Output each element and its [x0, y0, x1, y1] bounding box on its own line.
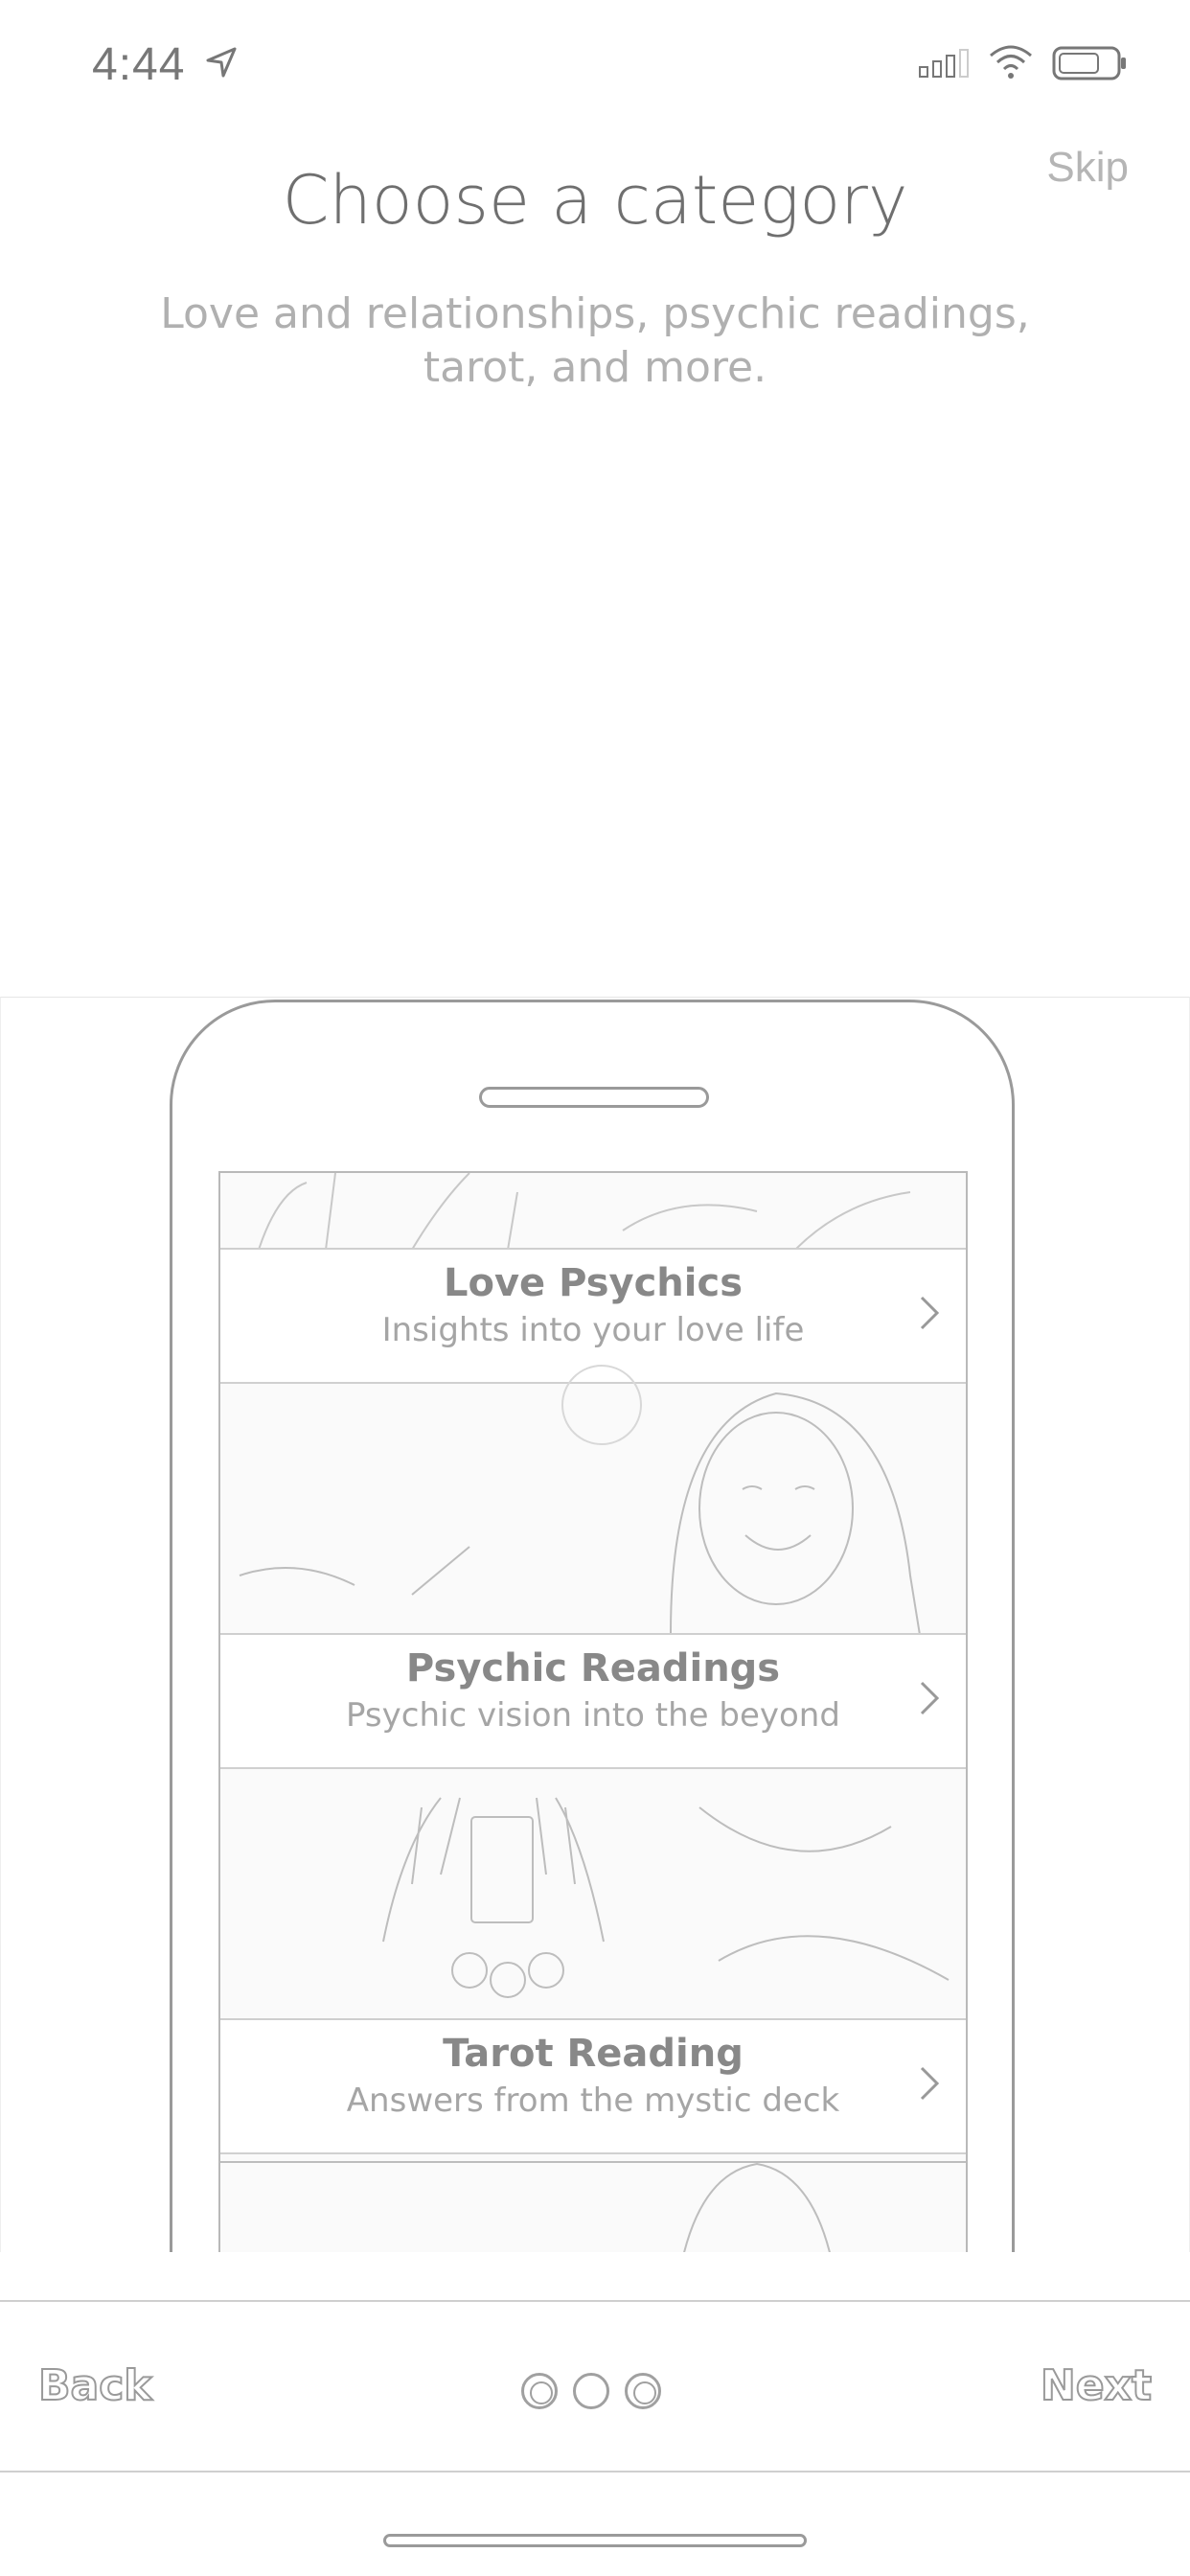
- category-subtitle: Psychic vision into the beyond: [346, 1696, 840, 1735]
- chevron-right-icon: [920, 1681, 940, 1715]
- tap-indicator: [561, 1365, 642, 1445]
- page-subtitle: Love and relationships, psychic readings…: [160, 289, 1030, 392]
- status-time: 4:44: [92, 39, 186, 90]
- category-row-tarot-reading[interactable]: Tarot Reading Answers from the mystic de…: [220, 2020, 966, 2154]
- wifi-icon: [990, 45, 1032, 79]
- location-arrow-icon: [206, 47, 237, 78]
- phone-speaker: [479, 1087, 709, 1108]
- cellular-signal-icon: [919, 49, 969, 78]
- phone-preview-area: Love Psychics Insights into your love li…: [0, 997, 1190, 2252]
- page-dot-1: [521, 2373, 558, 2409]
- page-title: Choose a category: [282, 161, 908, 240]
- category-row-love-psychics[interactable]: Love Psychics Insights into your love li…: [220, 1250, 966, 1384]
- category-subtitle: Insights into your love life: [381, 1311, 805, 1349]
- chevron-right-icon: [920, 1296, 940, 1330]
- page-indicator: [521, 2373, 675, 2411]
- home-indicator[interactable]: [383, 2534, 807, 2547]
- category-title: Psychic Readings: [405, 1646, 781, 1690]
- bottom-navigation: Back Next: [0, 2300, 1190, 2472]
- category-row-psychic-readings[interactable]: Psychic Readings Psychic vision into the…: [220, 1635, 966, 1769]
- phone-screen: Love Psychics Insights into your love li…: [218, 1171, 968, 2252]
- page-dot-3: [625, 2373, 661, 2409]
- category-subtitle: Answers from the mystic deck: [346, 2082, 840, 2120]
- category-image-next: [220, 2154, 966, 2252]
- back-button[interactable]: Back: [37, 2360, 153, 2411]
- category-image-love: [220, 1173, 966, 1250]
- phone-mockup: Love Psychics Insights into your love li…: [170, 1000, 1015, 2252]
- status-bar: 4:44: [0, 0, 1190, 125]
- next-button[interactable]: Next: [1040, 2360, 1153, 2411]
- category-title: Tarot Reading: [443, 2032, 744, 2076]
- page-dot-2: [573, 2373, 609, 2409]
- battery-icon: [1052, 46, 1126, 80]
- chevron-right-icon: [920, 2066, 940, 2101]
- category-image-tarot: [220, 1769, 966, 2020]
- category-title: Love Psychics: [443, 1261, 743, 1305]
